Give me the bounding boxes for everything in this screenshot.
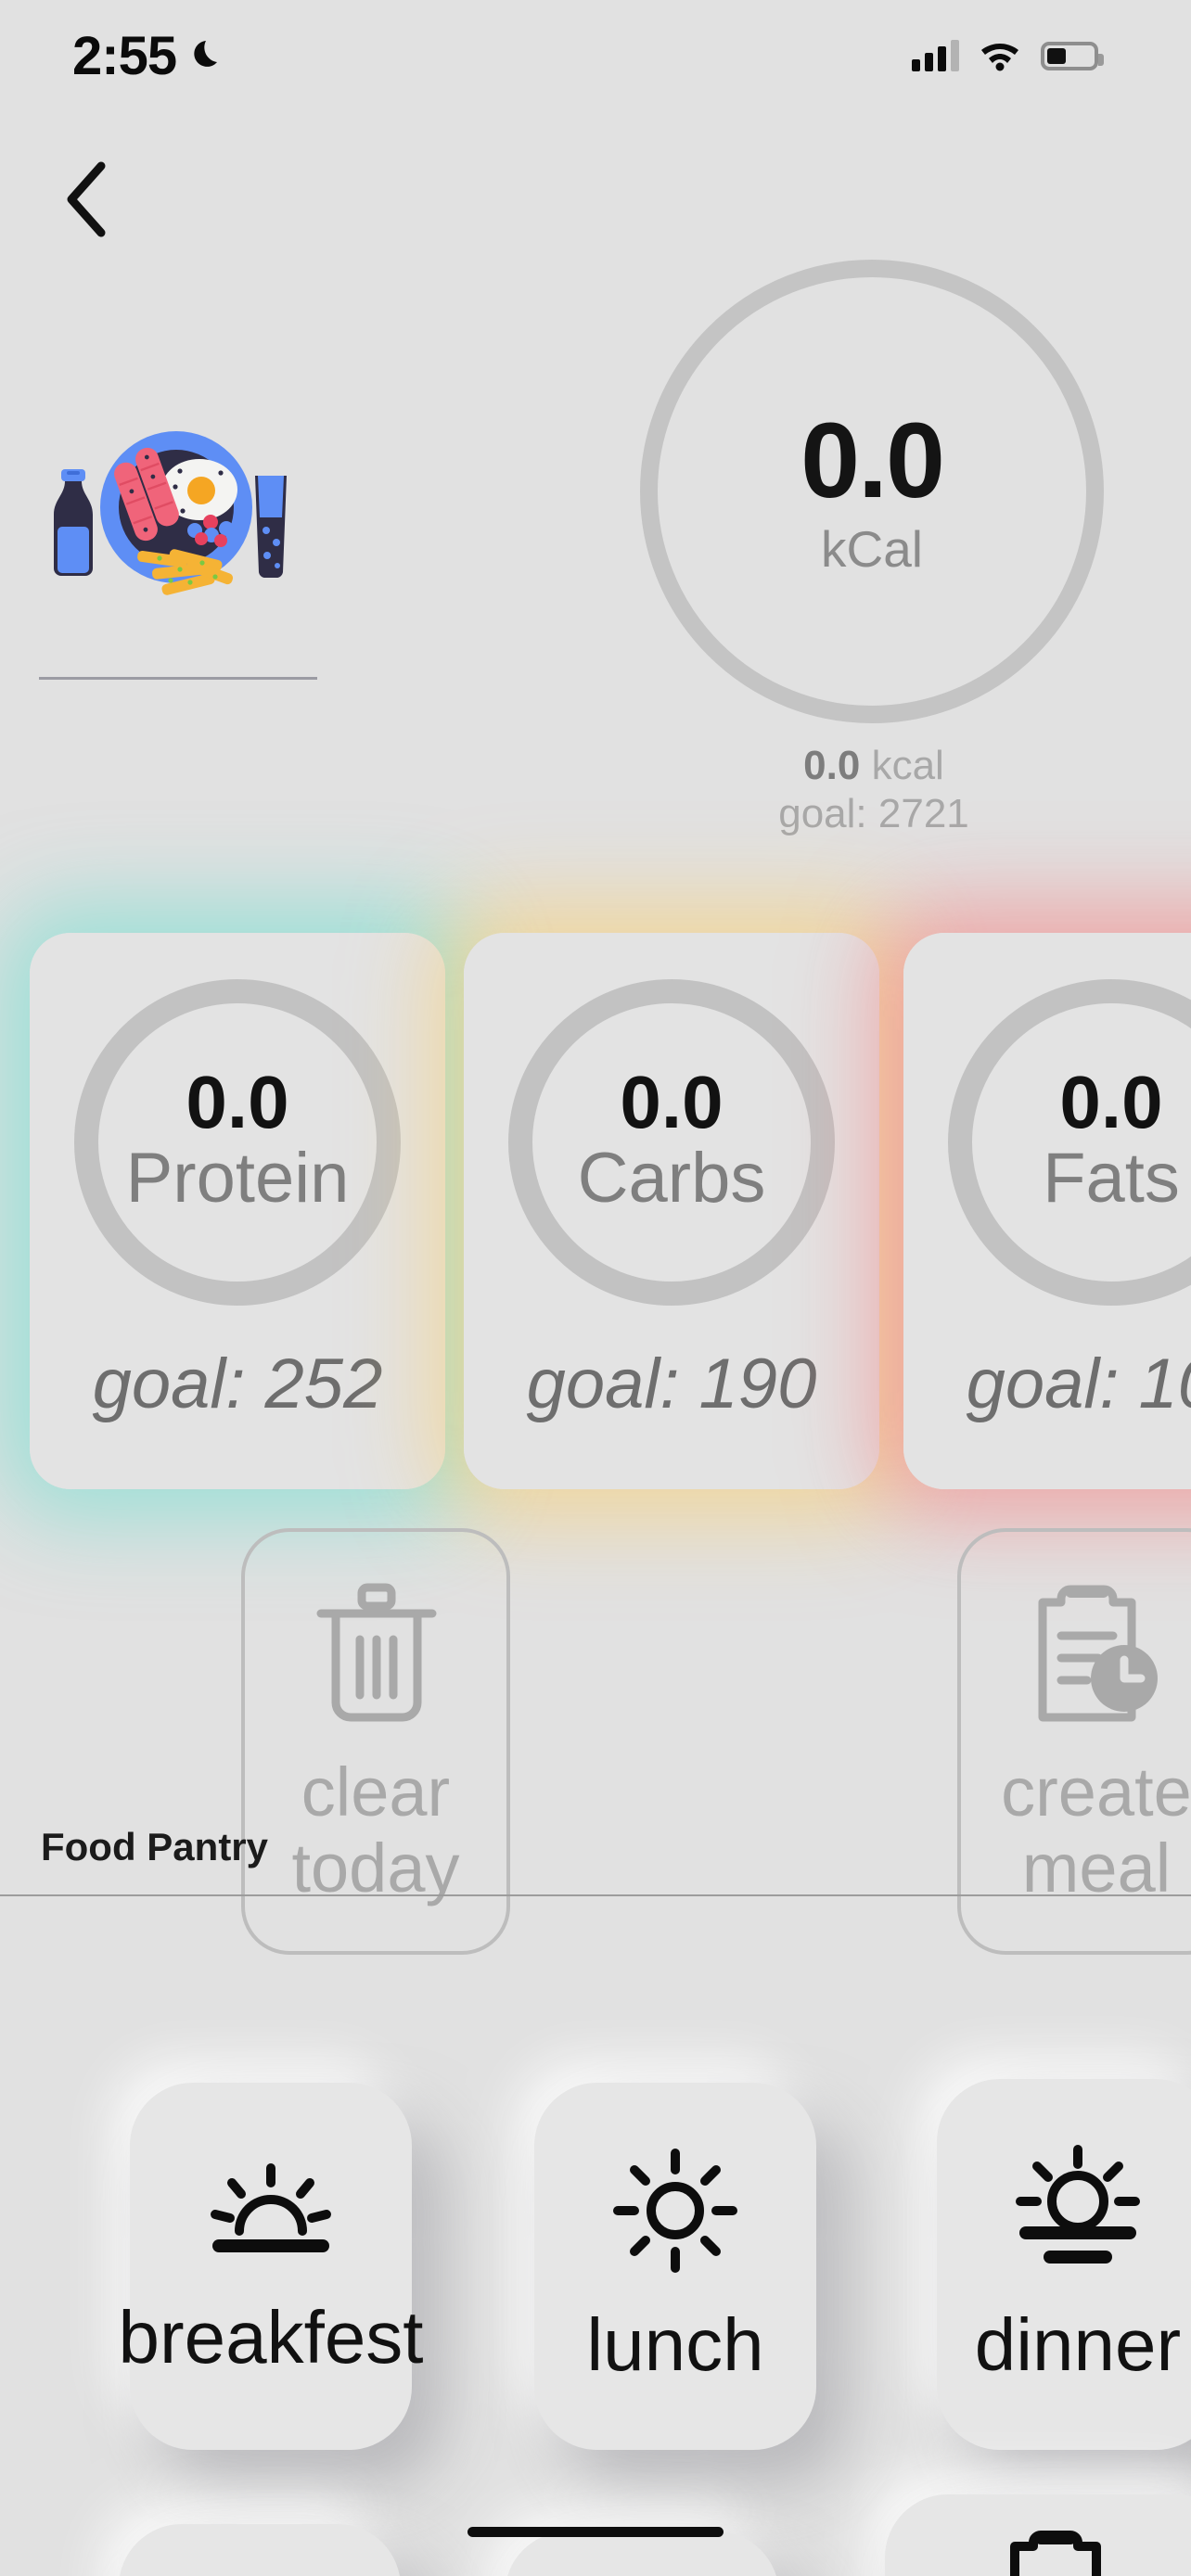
wifi-icon bbox=[980, 40, 1020, 71]
back-button[interactable] bbox=[45, 158, 128, 241]
create-meal-label: create meal bbox=[1001, 1753, 1191, 1906]
calorie-ring-group: 0.0 kCal 0.0 kcal goal: 2721 bbox=[623, 260, 1124, 838]
breakfast-plate-illustration bbox=[39, 417, 317, 686]
pantry-item-snacks[interactable]: snacks bbox=[505, 2531, 779, 2576]
calorie-sub-value: 0.0 bbox=[803, 743, 861, 788]
food-pantry-grid: breakfest lunch dinner bbox=[0, 1901, 1191, 2576]
fats-value: 0.0 bbox=[1059, 1063, 1163, 1145]
cellular-signal-icon bbox=[912, 40, 959, 71]
calorie-sub-unit: kcal bbox=[871, 743, 944, 788]
trash-icon bbox=[305, 1575, 446, 1728]
calorie-summary: 0.0 kcal goal: 2721 bbox=[623, 742, 1124, 838]
sun-icon bbox=[610, 2146, 740, 2276]
carbs-ring: 0.0 Carbs bbox=[508, 979, 835, 1306]
chevron-left-icon bbox=[62, 160, 110, 238]
macro-card-protein[interactable]: 0.0 Protein goal: 252 bbox=[30, 933, 445, 1489]
pantry-label-dinner: dinner bbox=[974, 2305, 1182, 2387]
pantry-item-lunch[interactable]: lunch bbox=[534, 2083, 816, 2450]
clipboard-clock-icon bbox=[989, 2524, 1133, 2576]
carbs-value: 0.0 bbox=[620, 1063, 724, 1145]
protein-label: Protein bbox=[125, 1141, 350, 1219]
protein-goal: goal: 252 bbox=[92, 1346, 383, 1424]
pantry-label-breakfest: breakfest bbox=[118, 2298, 424, 2379]
calorie-goal: goal: 2721 bbox=[778, 790, 969, 836]
status-bar-right bbox=[912, 40, 1104, 71]
illustration-ground-line bbox=[39, 677, 317, 680]
fats-goal: goal: 106 bbox=[966, 1346, 1191, 1424]
clear-today-label: clear today bbox=[291, 1753, 460, 1906]
calorie-progress-ring: 0.0 kCal bbox=[640, 260, 1104, 723]
clear-today-button[interactable]: clear today bbox=[241, 1528, 510, 1955]
sunset-icon bbox=[1011, 2142, 1145, 2276]
status-time: 2:55 bbox=[72, 25, 177, 86]
calorie-unit: kCal bbox=[820, 520, 924, 578]
protein-value: 0.0 bbox=[186, 1063, 289, 1145]
carbs-goal: goal: 190 bbox=[526, 1346, 817, 1424]
pantry-item-breakfest[interactable]: breakfest bbox=[118, 2083, 424, 2450]
pantry-label-lunch: lunch bbox=[586, 2305, 764, 2387]
macro-card-carbs[interactable]: 0.0 Carbs goal: 190 bbox=[464, 933, 879, 1489]
sunrise-icon bbox=[204, 2153, 338, 2268]
fats-ring: 0.0 Fats bbox=[948, 979, 1191, 1306]
status-bar-left: 2:55 bbox=[72, 25, 226, 87]
carbs-label: Carbs bbox=[577, 1141, 766, 1219]
fats-label: Fats bbox=[1043, 1141, 1180, 1219]
status-bar: 2:55 bbox=[0, 0, 1191, 111]
page-title: Food Pantry bbox=[41, 1825, 269, 1868]
hero-section: 0.0 kCal 0.0 kcal goal: 2721 bbox=[0, 260, 1191, 872]
clipboard-clock-icon bbox=[1024, 1575, 1169, 1728]
home-indicator bbox=[467, 2527, 724, 2537]
pantry-item-favorites[interactable]: favorites bbox=[119, 2524, 401, 2576]
macro-card-fats[interactable]: 0.0 Fats goal: 106 bbox=[903, 933, 1191, 1489]
pantry-item-dinner[interactable]: dinner bbox=[937, 2079, 1191, 2450]
crescent-moon-icon bbox=[189, 37, 226, 74]
app-screen: 2:55 0.0 kCal 0.0 kcal goal: 2721 0.0 Pr… bbox=[0, 0, 1191, 2576]
battery-icon bbox=[1041, 41, 1104, 70]
protein-ring: 0.0 Protein bbox=[74, 979, 401, 1306]
create-meal-button[interactable]: create meal bbox=[957, 1528, 1191, 1955]
section-divider bbox=[0, 1894, 1191, 1896]
pantry-item-macros-history[interactable]: macros history bbox=[885, 2494, 1191, 2576]
calorie-value: 0.0 bbox=[800, 402, 945, 520]
